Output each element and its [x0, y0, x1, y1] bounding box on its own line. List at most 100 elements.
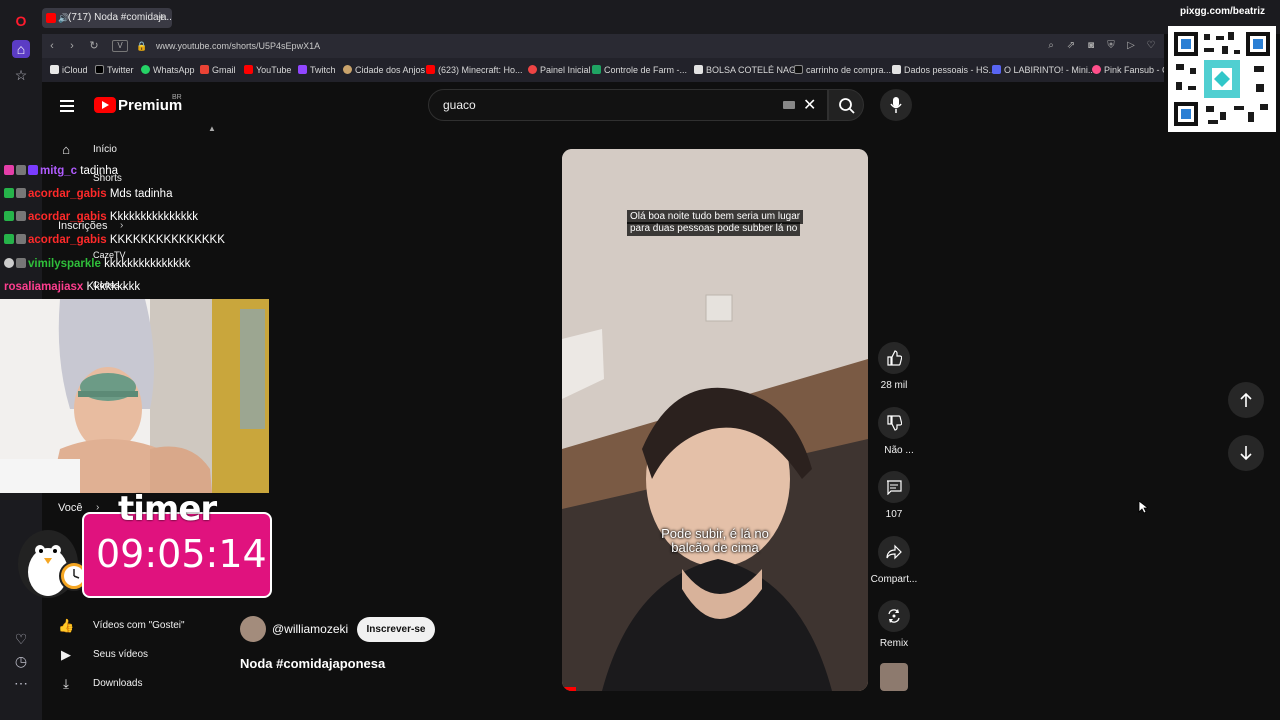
shield-icon[interactable]: ⛨ [1104, 38, 1118, 54]
bookmark-dados-pessoais[interactable]: Dados pessoais - HS... [892, 64, 996, 76]
chat-badge-icon [28, 165, 38, 175]
chat-user: rosaliamajiasx [4, 281, 84, 293]
search-button[interactable] [828, 89, 864, 121]
clear-search-icon[interactable]: ✕ [803, 95, 816, 115]
chat-badge-icon [16, 234, 26, 244]
previous-short-button[interactable] [1228, 382, 1264, 418]
chat-badge-icon [4, 165, 14, 175]
search-input[interactable]: guaco ✕ [428, 89, 828, 121]
remix-button[interactable] [878, 600, 910, 632]
sidebar-item-you[interactable]: Você [58, 502, 82, 514]
webcam-feed [0, 299, 269, 493]
video-nav-icon[interactable]: ▶ [58, 647, 74, 663]
heart-outline-icon[interactable]: ♡ [1144, 38, 1158, 54]
region-label: BR [172, 94, 182, 101]
qr-code [1168, 26, 1276, 132]
speaker-icon[interactable]: 🔊 [58, 8, 69, 28]
comments-button[interactable] [878, 471, 910, 503]
history-icon[interactable]: ◷ [12, 652, 30, 670]
bookmarks-bar: iCloud Twitter WhatsApp Gmail YouTube Tw… [42, 58, 1164, 82]
caption-top-line2: para duas pessoas pode subber lá no [627, 222, 801, 236]
youtube-logo-icon[interactable] [94, 97, 116, 113]
new-tab-button[interactable]: + [158, 10, 165, 24]
menu-button[interactable] [60, 100, 74, 115]
sidebar-item-your-videos[interactable]: Seus vídeos [93, 649, 148, 660]
bookmark-twitter[interactable]: Twitter [95, 64, 134, 76]
share-icon[interactable]: ⇗ [1064, 38, 1078, 54]
forward-button[interactable]: › [64, 38, 80, 54]
tab-active[interactable]: 🔊 (717) Noda #comidaja... [42, 8, 172, 28]
progress-bar[interactable] [562, 687, 576, 691]
bookmark-controle-de-farm[interactable]: Controle de Farm -... [592, 64, 687, 76]
sidebar-item-liked-videos[interactable]: Vídeos com "Gostei" [93, 620, 185, 631]
microphone-icon [890, 97, 902, 113]
address-bar-row: ‹ › ↻ V 🔒 www.youtube.com/shorts/U5P4sEp… [42, 34, 1164, 58]
arrow-down-icon [1240, 446, 1252, 461]
bookmark-icloud[interactable]: iCloud [50, 64, 88, 76]
arrow-up-icon [1240, 392, 1252, 407]
heart-icon[interactable]: ♡ [12, 630, 30, 648]
play-icon[interactable]: ▷ [1124, 38, 1138, 54]
bookmark-carrinho[interactable]: carrinho de compra... [794, 64, 891, 76]
thumbs-up-nav-icon[interactable]: 👍 [58, 618, 74, 634]
reload-button[interactable]: ↻ [86, 38, 102, 54]
chat-text: KKKKKKKKKKKKKKK [109, 234, 225, 246]
keyboard-icon[interactable] [783, 101, 795, 109]
chat-badge-icon [4, 234, 14, 244]
timer-value: 09:05:14 [96, 532, 267, 576]
chat-message: acordar_gabis Mds tadinha [4, 184, 172, 204]
home-nav-icon[interactable]: ⌂ [58, 142, 74, 158]
download-nav-icon[interactable]: ⤓ [58, 676, 74, 692]
chat-badge-icon [16, 165, 26, 175]
camera-icon[interactable]: ◙ [1084, 38, 1098, 54]
bookmark-whatsapp[interactable]: WhatsApp [141, 64, 195, 76]
opera-logo-icon[interactable]: O [12, 12, 30, 30]
bookmark-pink-fansub[interactable]: Pink Fansub - C [1092, 64, 1164, 76]
more-icon[interactable]: ⋯ [12, 674, 30, 692]
star-icon[interactable]: ☆ [12, 66, 30, 84]
sidebar-item-downloads[interactable]: Downloads [93, 678, 142, 689]
bookmark-gmail[interactable]: Gmail [200, 64, 236, 76]
subscribe-button[interactable]: Inscrever-se [357, 617, 435, 642]
youtube-favicon-icon [46, 13, 56, 23]
like-button[interactable] [878, 342, 910, 374]
tab-title: (717) Noda #comidaja... [68, 12, 172, 23]
bookmark-cidade-dos-anjos[interactable]: Cidade dos Anjos [343, 64, 425, 76]
chat-text: tadinha [80, 165, 119, 177]
bookmark-labirinto[interactable]: O LABIRINTO! - Mini... [992, 64, 1095, 76]
url-field[interactable]: www.youtube.com/shorts/U5P4sEpwX1A [156, 38, 320, 54]
channel-avatar[interactable] [240, 616, 266, 642]
chat-text: Mds tadinha [109, 188, 173, 200]
caption-bottom-line2: balcão de cima [671, 540, 759, 555]
short-title[interactable]: Noda #comidajaponesa [240, 656, 385, 671]
bookmark-bolsa[interactable]: BOLSA COTELÉ NAG... [694, 64, 804, 76]
search-page-icon[interactable]: ⌕ [1044, 38, 1058, 54]
chat-badge-icon [4, 258, 14, 268]
sound-thumbnail[interactable] [880, 663, 908, 691]
share-button[interactable] [878, 536, 910, 568]
back-button[interactable]: ‹ [44, 38, 60, 54]
sidebar-item-home[interactable]: Início [93, 144, 117, 155]
chat-badge-icon [4, 211, 14, 221]
bookmark-youtube[interactable]: YouTube [244, 64, 291, 76]
bookmark-twitch[interactable]: Twitch [298, 64, 336, 76]
chat-text: Kkkkkkkkk [86, 281, 141, 293]
remix-label: Remix [879, 638, 909, 649]
chat-user: acordar_gabis [28, 211, 107, 223]
chat-badge-icon [16, 188, 26, 198]
bookmark-minecraft[interactable]: (623) Minecraft: Ho... [426, 64, 523, 76]
search-icon [839, 98, 855, 114]
voice-search-button[interactable] [880, 89, 912, 121]
home-icon[interactable]: ⌂ [12, 40, 30, 58]
timer-title: timer [118, 489, 217, 529]
dislike-button[interactable] [878, 407, 910, 439]
pixgg-label: pixgg.com/beatriz [1180, 6, 1266, 17]
chat-message: acordar_gabis KKKKKKKKKKKKKKK [4, 230, 225, 250]
chevron-up-icon[interactable]: ▲ [208, 124, 216, 133]
short-video-player[interactable]: Olá boa noite tudo bem seria um lugar pa… [562, 149, 868, 691]
bookmark-painel-inicial[interactable]: Painel Inicial [528, 64, 591, 76]
tab-strip: 🔊 (717) Noda #comidaja... + [42, 0, 1280, 34]
next-short-button[interactable] [1228, 435, 1264, 471]
vpn-badge[interactable]: V [112, 40, 128, 52]
channel-handle[interactable]: @williamozeki [272, 622, 348, 636]
